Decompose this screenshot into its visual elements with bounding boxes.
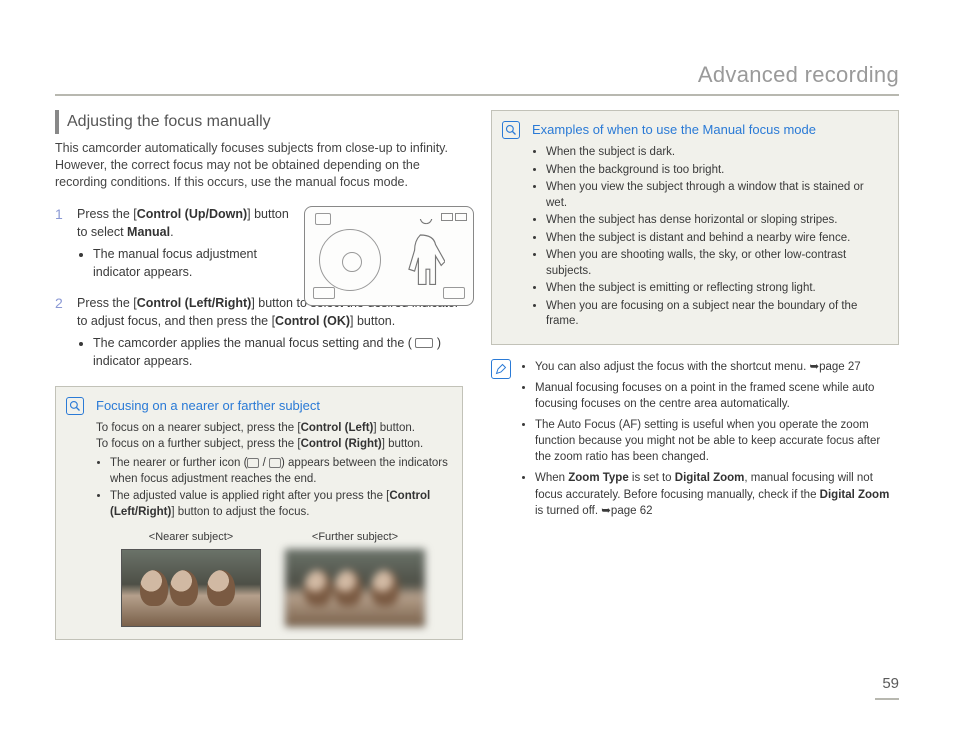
list-item: When you are focusing on a subject near … <box>546 299 886 330</box>
list-item: When the subject is dark. <box>546 145 886 161</box>
text: Press the [ <box>77 207 137 221</box>
pencil-icon <box>491 359 511 379</box>
card-icon <box>315 213 331 225</box>
text: page 27 <box>819 361 861 373</box>
note-item: You can also adjust the focus with the s… <box>535 359 899 375</box>
thumb-farther: <Further subject> <box>285 530 425 627</box>
text-bold: Digital Zoom <box>675 472 745 484</box>
section-heading: Adjusting the focus manually <box>55 110 463 134</box>
arrow-icon: ➥ <box>809 361 819 373</box>
callout-bullet: The adjusted value is applied right afte… <box>110 489 450 520</box>
list-item: When the subject has dense horizontal or… <box>546 213 886 229</box>
text: ] button. <box>373 422 415 434</box>
callout-focusing-nearer-farther: Focusing on a nearer or farther subject … <box>55 386 463 640</box>
text-bold: Control (Left/Right) <box>137 296 252 310</box>
right-column: Examples of when to use the Manual focus… <box>491 110 899 640</box>
note-item: The Auto Focus (AF) setting is useful wh… <box>535 417 899 465</box>
page-number: 59 <box>882 673 899 694</box>
text: page 62 <box>611 505 653 517</box>
list-item: When you view the subject through a wind… <box>546 180 886 211</box>
text-bold: Control (Right) <box>301 438 382 450</box>
text-bold: Manual <box>127 225 170 239</box>
step-number: 1 <box>55 205 67 284</box>
callout-line: To focus on a nearer subject, press the … <box>96 421 450 437</box>
text: is set to <box>629 472 675 484</box>
callout-body: When the subject is dark. When the backg… <box>532 145 886 330</box>
text: The camcorder applies the manual focus s… <box>93 336 412 350</box>
list-item: When the background is too bright. <box>546 163 886 179</box>
thumbnail-row: <Nearer subject> <Further subject> <box>96 530 450 627</box>
step-bullet: The camcorder applies the manual focus s… <box>93 334 463 370</box>
text-bold: Zoom Type <box>568 472 628 484</box>
text: Press the [ <box>77 296 137 310</box>
text: ] button. <box>350 314 395 328</box>
page-number-rule <box>875 698 899 700</box>
list-item: When you are shooting walls, the sky, or… <box>546 248 886 279</box>
thumb-label: <Further subject> <box>285 530 425 545</box>
text: When <box>535 472 568 484</box>
camcorder-screen-illustration <box>304 206 474 306</box>
indicator-icon <box>415 338 433 348</box>
callout-line: To focus on a further subject, press the… <box>96 437 450 453</box>
step-bullet: The manual focus adjustment indicator ap… <box>93 245 297 281</box>
text: To focus on a further subject, press the… <box>96 438 301 450</box>
content-columns: Adjusting the focus manually This camcor… <box>55 110 899 640</box>
text-bold: Control (Up/Down) <box>137 207 247 221</box>
text: / <box>259 457 269 469</box>
note-body: You can also adjust the focus with the s… <box>521 359 899 524</box>
note-block: You can also adjust the focus with the s… <box>491 359 899 524</box>
note-item: Manual focusing focuses on a point in th… <box>535 380 899 412</box>
list-item: When the subject is emitting or reflecti… <box>546 281 886 297</box>
thumb-label: <Nearer subject> <box>121 530 261 545</box>
intro-paragraph: This camcorder automatically focuses sub… <box>55 140 463 191</box>
thumbnail-image-farther <box>285 549 425 627</box>
callout-body: To focus on a nearer subject, press the … <box>96 421 450 627</box>
focus-dial-icon <box>319 229 381 291</box>
near-indicator-icon <box>313 287 335 299</box>
arrow-icon: ➥ <box>601 505 611 517</box>
chapter-title: Advanced recording <box>698 60 899 91</box>
callout-title: Examples of when to use the Manual focus… <box>532 121 886 139</box>
step-body: Press the [Control (Up/Down)] button to … <box>77 205 297 284</box>
thumbnail-image-nearer <box>121 549 261 627</box>
left-column: Adjusting the focus manually This camcor… <box>55 110 463 640</box>
text: You can also adjust the focus with the s… <box>535 361 809 373</box>
text: The adjusted value is applied right afte… <box>110 490 389 502</box>
far-icon <box>269 458 281 468</box>
list-item: When the subject is distant and behind a… <box>546 231 886 247</box>
text: . <box>170 225 173 239</box>
top-rule <box>55 94 899 96</box>
magnifier-icon <box>66 397 84 415</box>
text-bold: Control (OK) <box>275 314 350 328</box>
callout-examples-manual-focus: Examples of when to use the Manual focus… <box>491 110 899 345</box>
far-indicator-icon <box>443 287 465 299</box>
note-item: When Zoom Type is set to Digital Zoom, m… <box>535 470 899 518</box>
text: The nearer or further icon ( <box>110 457 247 469</box>
text: ] button. <box>382 438 424 450</box>
text: To focus on a nearer subject, press the … <box>96 422 301 434</box>
text: ] button to adjust the focus. <box>171 506 309 518</box>
magnifier-icon <box>502 121 520 139</box>
step-number: 2 <box>55 294 67 373</box>
subject-silhouette-icon <box>407 219 445 289</box>
callout-title: Focusing on a nearer or farther subject <box>96 397 450 415</box>
text-bold: Control (Left) <box>301 422 374 434</box>
callout-bullet: The nearer or further icon ( / ) appears… <box>110 456 450 487</box>
near-icon <box>247 458 259 468</box>
thumb-nearer: <Nearer subject> <box>121 530 261 627</box>
text: is turned off. <box>535 505 601 517</box>
text-bold: Digital Zoom <box>820 489 890 501</box>
